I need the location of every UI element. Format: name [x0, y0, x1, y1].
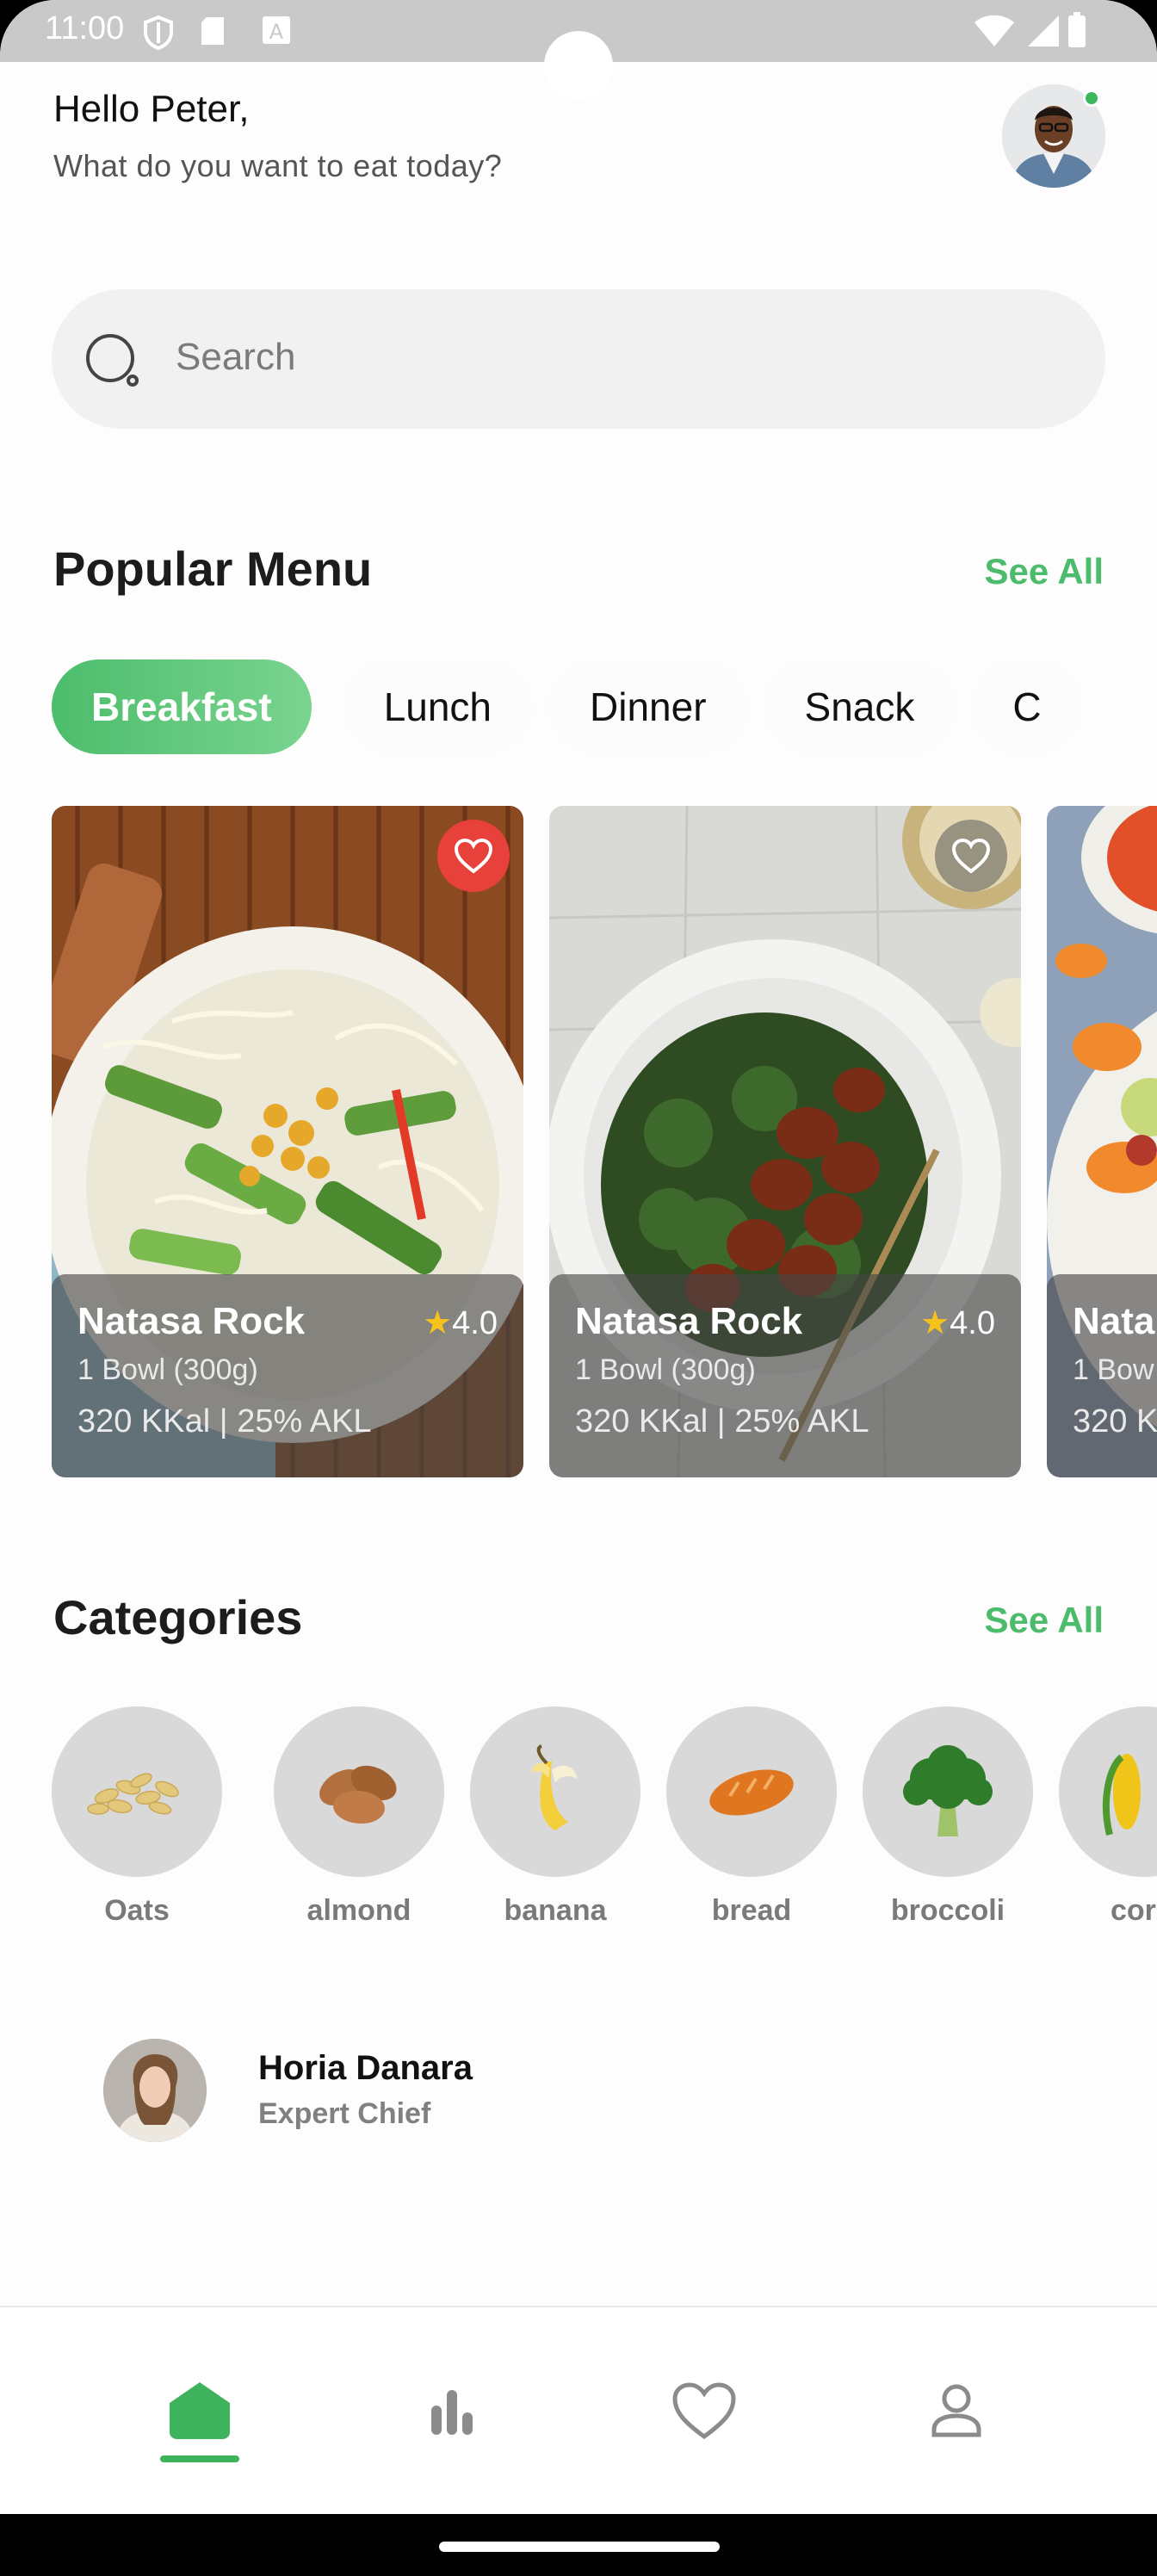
category-almond[interactable]: almond — [274, 1706, 444, 1928]
popular-cards: Natasa Rock ★4.0 1 Bowl (300g) 320 KKal … — [52, 806, 1157, 1477]
card-calories: 320 KKal | 25% AKL — [575, 1403, 869, 1440]
card-portion: 1 Bowl (300g) — [575, 1353, 756, 1386]
gesture-handle[interactable] — [439, 2542, 720, 2552]
favorite-button[interactable] — [437, 820, 510, 892]
category-circle — [1059, 1706, 1157, 1877]
category-label: almond — [306, 1894, 411, 1927]
chef-role: Expert Chief — [258, 2097, 431, 2130]
category-corn[interactable]: cor — [1059, 1706, 1157, 1928]
menu-card[interactable]: Nata 1 Bow 320 K — [1047, 806, 1157, 1477]
rating-value: 4.0 — [950, 1305, 995, 1341]
home-icon — [170, 2382, 230, 2439]
battery-icon — [1068, 12, 1086, 47]
category-bread[interactable]: bread — [666, 1706, 837, 1928]
nav-home[interactable] — [148, 2359, 251, 2462]
nav-favorites[interactable] — [653, 2359, 756, 2462]
card-title: Natasa Rock — [77, 1300, 306, 1342]
tab-lunch[interactable]: Lunch — [342, 659, 534, 754]
category-banana[interactable]: banana — [470, 1706, 640, 1928]
heart-icon — [672, 2382, 736, 2440]
chef-avatar-image — [103, 2039, 207, 2142]
category-list: Oats almond banana bread broccoli cor — [52, 1706, 1157, 1947]
nav-stats[interactable] — [400, 2359, 504, 2462]
tab-dinner[interactable]: Dinner — [548, 659, 748, 754]
tab-breakfast[interactable]: Breakfast — [52, 659, 312, 754]
oats-icon — [87, 1773, 179, 1815]
favorite-button[interactable] — [935, 820, 1007, 892]
stats-icon — [431, 2390, 473, 2435]
menu-card[interactable]: Natasa Rock ★4.0 1 Bowl (300g) 320 KKal … — [549, 806, 1021, 1477]
category-circle — [666, 1706, 837, 1877]
popular-see-all-link[interactable]: See All — [984, 551, 1104, 592]
card-title: Nata — [1073, 1300, 1155, 1342]
nav-profile[interactable] — [905, 2359, 1008, 2462]
greeting-subtitle: What do you want to eat today? — [53, 148, 503, 183]
sd-card-icon — [201, 17, 224, 45]
chef-name: Horia Danara — [258, 2049, 473, 2087]
category-oats[interactable]: Oats — [52, 1706, 222, 1928]
search-icon — [86, 334, 139, 387]
card-rating: ★4.0 — [920, 1303, 995, 1342]
star-icon: ★ — [920, 1305, 950, 1341]
app-screen: 11:00 A Hello Peter, What do you want to… — [0, 0, 1157, 2576]
star-icon: ★ — [423, 1305, 453, 1341]
heart-outline-icon — [951, 838, 991, 874]
popular-menu-title: Popular Menu — [53, 542, 373, 596]
card-calories: 320 KKal | 25% AKL — [77, 1403, 372, 1440]
banana-icon — [531, 1744, 578, 1830]
category-label: Oats — [104, 1894, 170, 1927]
svg-text:A: A — [269, 20, 284, 44]
categories-title: Categories — [53, 1590, 303, 1644]
bread-icon — [709, 1769, 794, 1816]
search-bar[interactable] — [52, 289, 1105, 429]
wifi-icon — [974, 15, 1014, 46]
meal-tabs: Breakfast Lunch Dinner Snack C — [52, 659, 1157, 754]
text-a-icon: A — [263, 16, 290, 44]
categories-see-all-link[interactable]: See All — [984, 1600, 1104, 1641]
category-label: broccoli — [890, 1894, 1005, 1927]
category-circle — [863, 1706, 1033, 1877]
category-circle — [274, 1706, 444, 1877]
card-title: Natasa Rock — [575, 1300, 803, 1342]
broccoli-icon — [903, 1745, 993, 1836]
category-label: bread — [711, 1894, 792, 1927]
active-tab-indicator — [160, 2455, 239, 2462]
shield-icon — [144, 15, 173, 50]
bottom-navigation — [0, 2306, 1157, 2516]
category-circle — [52, 1706, 222, 1877]
category-label: banana — [504, 1894, 607, 1927]
menu-card[interactable]: Natasa Rock ★4.0 1 Bowl (300g) 320 KKal … — [52, 806, 523, 1477]
signal-icon — [1028, 15, 1059, 46]
heart-icon — [454, 838, 493, 874]
card-rating: ★4.0 — [423, 1303, 498, 1342]
card-calories: 320 K — [1073, 1403, 1157, 1440]
rating-value: 4.0 — [452, 1305, 498, 1341]
status-time: 11:00 — [45, 10, 125, 46]
tab-snack[interactable]: Snack — [763, 659, 956, 754]
corn-icon — [1102, 1754, 1141, 1836]
online-status-dot — [1083, 90, 1100, 107]
almond-icon — [319, 1765, 397, 1824]
tab-partial[interactable]: C — [971, 659, 1083, 754]
category-circle — [470, 1706, 640, 1877]
search-input[interactable] — [176, 336, 1036, 379]
category-label: cor — [1111, 1894, 1156, 1927]
category-broccoli[interactable]: broccoli — [863, 1706, 1033, 1928]
greeting: Hello Peter, — [53, 88, 250, 130]
profile-icon — [931, 2384, 981, 2437]
card-portion: 1 Bowl (300g) — [77, 1353, 258, 1386]
chef-avatar[interactable] — [103, 2039, 207, 2142]
card-portion: 1 Bow — [1073, 1353, 1154, 1386]
camera-cutout — [544, 31, 613, 100]
